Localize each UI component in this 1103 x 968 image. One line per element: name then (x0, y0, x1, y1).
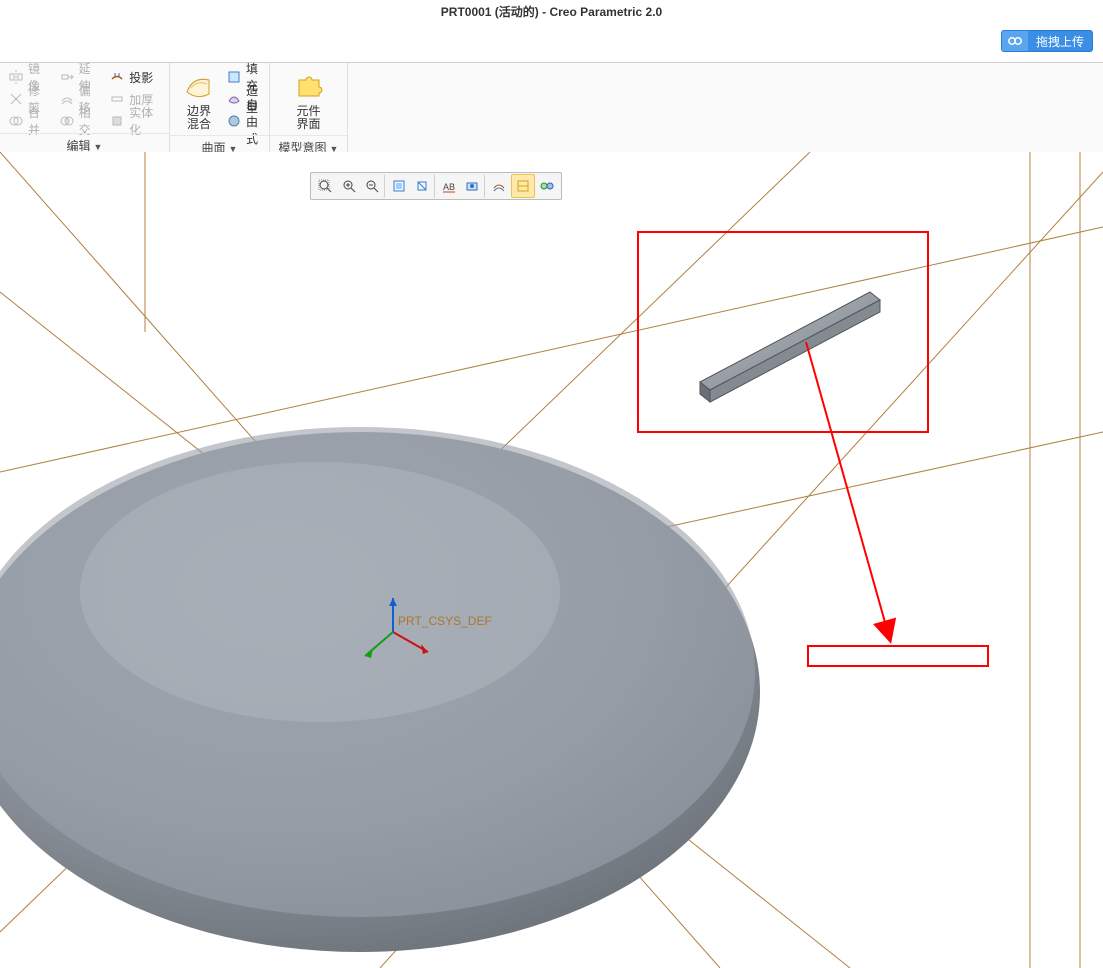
offset-icon (59, 91, 75, 107)
datum-display-button[interactable] (511, 174, 535, 198)
thicken-icon (109, 91, 125, 107)
drag-upload-button[interactable]: 拖拽上传 (1001, 30, 1093, 52)
boundary-blend-label: 边界 混合 (187, 105, 211, 131)
graphics-viewport[interactable]: PRT_CSYS_DEF (0, 152, 1103, 968)
trim-icon (8, 91, 24, 107)
drag-upload-label: 拖拽上传 (1028, 33, 1092, 50)
intersect-command[interactable]: 相交 (57, 111, 102, 131)
ribbon: 镜像 修剪 合并 延伸 (0, 62, 1103, 161)
freestyle-command[interactable]: 自由式 (224, 111, 263, 131)
svg-text:AB: AB (443, 182, 455, 192)
merge-icon (8, 113, 24, 129)
repaint-button[interactable] (411, 174, 435, 198)
solidify-icon (109, 113, 125, 129)
boundary-blend-command[interactable]: 边界 混合 (176, 67, 222, 133)
project-icon (109, 69, 125, 85)
link-icon (1002, 31, 1028, 51)
extend-icon (59, 69, 75, 85)
csys-label: PRT_CSYS_DEF (398, 614, 492, 628)
zoom-in-button[interactable] (337, 174, 361, 198)
puzzle-icon (292, 69, 326, 103)
mirror-icon (8, 69, 24, 85)
freestyle-icon (226, 113, 242, 129)
component-interface-command[interactable]: 元件 界面 (286, 67, 332, 133)
refit-button[interactable] (387, 174, 411, 198)
annotation-arrow (806, 342, 890, 640)
fill-icon (226, 69, 242, 85)
zoom-window-button[interactable] (313, 174, 337, 198)
planes-button[interactable] (535, 174, 559, 198)
project-command[interactable]: 投影 (107, 67, 163, 87)
viewport-svg (0, 152, 1103, 968)
intersect-icon (59, 113, 75, 129)
view-toolbar: AB (310, 172, 562, 200)
annotations-button[interactable]: AB (437, 174, 461, 198)
saved-views-button[interactable] (461, 174, 485, 198)
project-label: 投影 (129, 69, 153, 86)
annotation-target-box (808, 646, 988, 666)
window-title: PRT0001 (活动的) - Creo Parametric 2.0 (0, 0, 1103, 24)
style-icon (226, 91, 242, 107)
zoom-out-button[interactable] (361, 174, 385, 198)
merge-command[interactable]: 合并 (6, 111, 51, 131)
annotation-highlight-box (638, 232, 928, 432)
solidify-command[interactable]: 实体化 (107, 111, 163, 131)
display-style-button[interactable] (487, 174, 511, 198)
boundary-blend-icon (182, 69, 216, 103)
component-interface-label: 元件 界面 (296, 105, 320, 131)
